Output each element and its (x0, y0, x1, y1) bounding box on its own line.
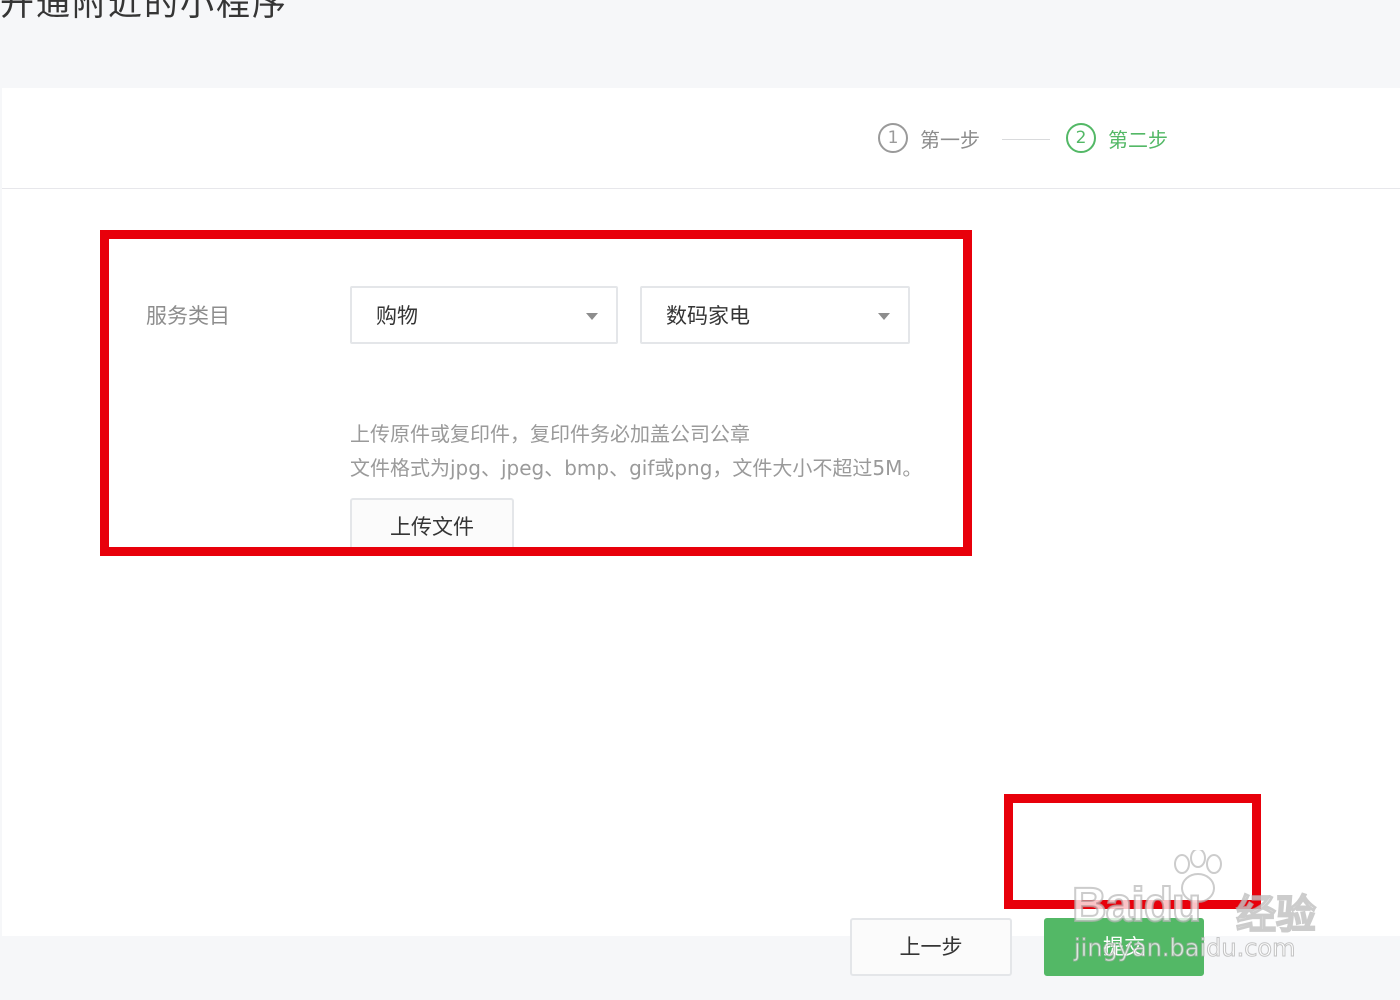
step-connector (1002, 139, 1050, 140)
step-1-label: 第一步 (920, 127, 980, 152)
category-primary-value: 购物 (376, 304, 418, 328)
previous-step-button[interactable]: 上一步 (850, 918, 1012, 976)
page-title: 开通附近的小程序 (0, 0, 288, 24)
step-2-label: 第二步 (1108, 127, 1168, 152)
step-indicator: 1 第一步 2 第二步 (2, 88, 1400, 189)
content-card: 1 第一步 2 第二步 服务类目 购物 数码家电 上传原件或复印件，复印件务必加… (2, 88, 1400, 976)
category-secondary-select[interactable]: 数码家电 (640, 286, 910, 344)
upload-file-button[interactable]: 上传文件 (350, 498, 514, 556)
category-secondary-value: 数码家电 (666, 304, 750, 328)
step-1-number: 1 (878, 123, 908, 153)
step-1: 1 第一步 (878, 122, 980, 154)
caret-down-icon (878, 313, 890, 320)
service-category-label: 服务类目 (146, 304, 230, 328)
submit-button[interactable]: 提交 (1044, 918, 1204, 976)
upload-hint-requirement: 上传原件或复印件，复印件务必加盖公司公章 (350, 422, 750, 446)
category-primary-select[interactable]: 购物 (350, 286, 618, 344)
step-2: 2 第二步 (1066, 122, 1168, 154)
caret-down-icon (586, 313, 598, 320)
step-2-number: 2 (1066, 123, 1096, 153)
upload-hint-format: 文件格式为jpg、jpeg、bmp、gif或png，文件大小不超过5M。 (350, 456, 923, 480)
